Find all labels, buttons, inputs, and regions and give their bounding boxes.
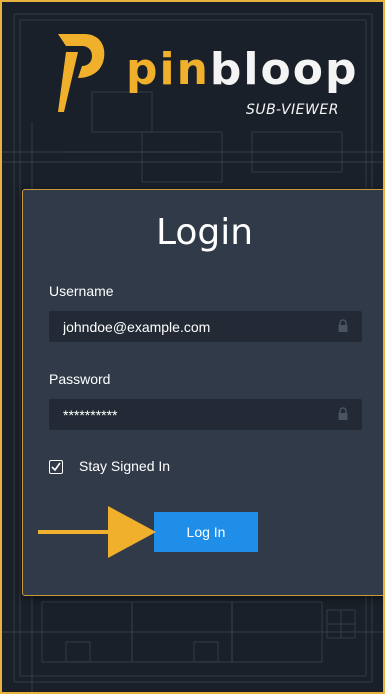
lock-icon [338, 407, 348, 420]
brand-name: pinbloop [126, 46, 358, 94]
username-field[interactable] [49, 311, 362, 342]
brand-name-part1: pin [126, 44, 210, 95]
lock-icon [338, 319, 348, 332]
username-label: Username [49, 283, 114, 299]
password-label: Password [49, 371, 111, 387]
checkmark-icon [51, 462, 61, 472]
password-field[interactable] [49, 399, 362, 430]
stay-signed-in-checkbox[interactable] [49, 460, 63, 474]
brand-name-part2: bloop [209, 44, 359, 95]
app-frame: pinbloop SUB-VIEWER Login Username Passw… [0, 0, 385, 694]
log-in-button[interactable]: Log In [154, 512, 258, 552]
brand-logo: pinbloop SUB-VIEWER [54, 32, 364, 124]
stay-signed-in-label[interactable]: Stay Signed In [79, 458, 170, 474]
pinbloop-logo-icon [58, 34, 105, 112]
brand-subtitle: SUB-VIEWER [246, 102, 339, 118]
arrow-right-icon [38, 506, 156, 558]
login-title: Login [155, 212, 254, 253]
